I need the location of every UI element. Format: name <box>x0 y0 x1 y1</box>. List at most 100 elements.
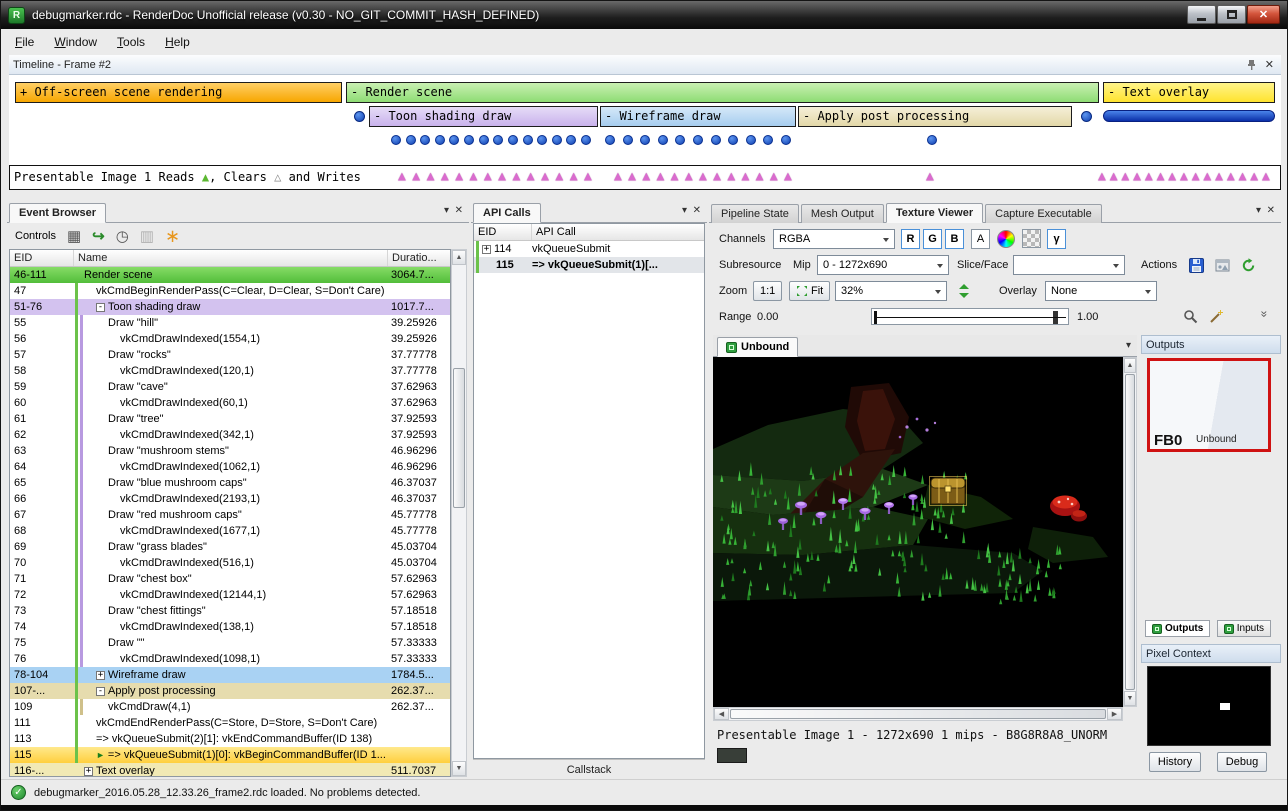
resource-usage-marker[interactable]: ▲ <box>727 170 735 183</box>
resource-usage-marker[interactable]: ▲ <box>412 170 420 183</box>
resource-usage-marker[interactable]: ▲ <box>685 170 693 183</box>
statistics-icon[interactable]: ▥ <box>140 229 154 244</box>
scroll-down-icon[interactable]: ▼ <box>1124 691 1136 706</box>
timeline-event-dot[interactable] <box>566 135 576 145</box>
event-row-73[interactable]: 73Draw "chest fittings"57.18518 <box>10 603 450 619</box>
titlebar[interactable]: R debugmarker.rdc - RenderDoc Unofficial… <box>1 1 1287 29</box>
timeline-event-dot[interactable] <box>658 135 668 145</box>
timeline-bar-toon[interactable]: - Toon shading draw <box>369 106 598 127</box>
slice-face-select[interactable] <box>1013 255 1125 275</box>
texture-hscrollbar[interactable]: ◀ ▶ <box>713 707 1123 721</box>
timeline-event-circle[interactable] <box>354 111 365 122</box>
resource-usage-marker[interactable]: ▲ <box>671 170 679 183</box>
resource-usage-marker[interactable]: ▲ <box>1168 170 1176 183</box>
resource-usage-marker[interactable]: ▲ <box>742 170 750 183</box>
resource-usage-marker[interactable]: ▲ <box>628 170 636 183</box>
toolbar-overflow-icon[interactable]: » <box>1257 311 1271 318</box>
timeline-event-dot[interactable] <box>693 135 703 145</box>
resource-usage-marker[interactable]: ▲ <box>756 170 764 183</box>
resource-usage-marker[interactable]: ▲ <box>455 170 463 183</box>
texture-tab-unbound[interactable]: Unbound <box>717 337 798 357</box>
resource-usage-marker[interactable]: ▲ <box>1145 170 1153 183</box>
event-row-57[interactable]: 57Draw "rocks"37.77778 <box>10 347 450 363</box>
range-wand-button[interactable] <box>1205 305 1227 327</box>
timeline-bar-render-scene[interactable]: - Render scene <box>346 82 1099 103</box>
mip-select[interactable]: 0 - 1272x690 <box>817 255 949 275</box>
event-row-56[interactable]: 56vkCmdDrawIndexed(1554,1)39.25926 <box>10 331 450 347</box>
resource-usage-marker[interactable]: ▲ <box>1227 170 1235 183</box>
timeline-event-dot[interactable] <box>508 135 518 145</box>
event-row-47[interactable]: 47vkCmdBeginRenderPass(C=Clear, D=Clear,… <box>10 283 450 299</box>
scrollbar-thumb[interactable] <box>1125 374 1135 690</box>
timeline-event-dot[interactable] <box>711 135 721 145</box>
fb0-thumbnail[interactable]: FB0 Unbound <box>1147 358 1271 452</box>
panel-menu-icon[interactable]: ▾ <box>682 206 687 216</box>
resource-usage-marker[interactable]: ▲ <box>1121 170 1129 183</box>
timeline-bar-postproc[interactable]: - Apply post processing <box>798 106 1072 127</box>
timeline-bar-offscreen[interactable]: + Off-screen scene rendering <box>15 82 342 103</box>
refresh-button[interactable] <box>1237 254 1259 276</box>
channel-g-button[interactable]: G <box>923 229 942 249</box>
event-row-71[interactable]: 71Draw "chest box"57.62963 <box>10 571 450 587</box>
scroll-up-icon[interactable]: ▲ <box>452 250 466 265</box>
event-row-51-76[interactable]: 51-76-Toon shading draw1017.7... <box>10 299 450 315</box>
timeline-event-dot[interactable] <box>675 135 685 145</box>
scrollbar-thumb[interactable] <box>730 709 1106 719</box>
timeline-event-dot[interactable] <box>552 135 562 145</box>
channel-r-button[interactable]: R <box>901 229 920 249</box>
event-row-46-111[interactable]: 46-111Render scene3064.7... <box>10 267 450 283</box>
scroll-left-icon[interactable]: ◀ <box>714 708 729 720</box>
resource-usage-marker[interactable]: ▲ <box>1157 170 1165 183</box>
panel-close-icon[interactable]: ✕ <box>455 206 463 216</box>
resource-usage-marker[interactable]: ▲ <box>1180 170 1188 183</box>
resource-usage-marker[interactable]: ▲ <box>699 170 707 183</box>
resource-usage-marker[interactable]: ▲ <box>441 170 449 183</box>
event-browser-scrollbar[interactable]: ▲ ▼ <box>451 249 467 777</box>
resource-usage-marker[interactable]: ▲ <box>484 170 492 183</box>
event-row-61[interactable]: 61Draw "tree"37.92593 <box>10 411 450 427</box>
event-row-68[interactable]: 68vkCmdDrawIndexed(1677,1)45.77778 <box>10 523 450 539</box>
resource-usage-marker[interactable]: ▲ <box>713 170 721 183</box>
menu-item-tools[interactable]: Tools <box>107 30 155 54</box>
close-button[interactable]: ✕ <box>1247 5 1280 24</box>
callstack-section[interactable]: Callstack <box>473 759 705 779</box>
color-wheel-icon[interactable] <box>997 230 1015 248</box>
event-row-70[interactable]: 70vkCmdDrawIndexed(516,1)45.03704 <box>10 555 450 571</box>
resource-usage-marker[interactable]: ▲ <box>1262 170 1270 183</box>
timeline-event-dot[interactable] <box>464 135 474 145</box>
timeline-event-span[interactable] <box>1103 110 1275 122</box>
timeline-event-dot[interactable] <box>581 135 591 145</box>
resource-usage-marker[interactable]: ▲ <box>770 170 778 183</box>
timeline-event-dot[interactable] <box>449 135 459 145</box>
col-name[interactable]: Name <box>74 250 388 266</box>
timeline-event-dot[interactable] <box>728 135 738 145</box>
collapse-icon[interactable]: - <box>96 687 105 696</box>
history-button[interactable]: History <box>1149 752 1201 772</box>
minimize-button[interactable] <box>1187 5 1216 24</box>
save-image-button[interactable] <box>1211 254 1233 276</box>
col-duration[interactable]: Duratio... <box>388 250 450 266</box>
event-row-107-...[interactable]: 107-...-Apply post processing262.37... <box>10 683 450 699</box>
flip-y-button[interactable] <box>953 280 975 302</box>
texture-vscrollbar[interactable]: ▲ ▼ <box>1123 357 1137 707</box>
tab-inputs[interactable]: Inputs <box>1217 620 1271 637</box>
resource-usage-marker[interactable]: ▲ <box>470 170 478 183</box>
pin-icon[interactable] <box>1246 59 1257 74</box>
timeline-event-dot[interactable] <box>605 135 615 145</box>
channel-a-button[interactable]: A <box>971 229 990 249</box>
event-row-58[interactable]: 58vkCmdDrawIndexed(120,1)37.77778 <box>10 363 450 379</box>
menu-item-window[interactable]: Window <box>44 30 107 54</box>
resource-usage-marker[interactable]: ▲ <box>1110 170 1118 183</box>
event-row-78-104[interactable]: 78-104+Wireframe draw1784.5... <box>10 667 450 683</box>
event-row-60[interactable]: 60vkCmdDrawIndexed(60,1)37.62963 <box>10 395 450 411</box>
event-row-109[interactable]: 109vkCmdDraw(4,1)262.37... <box>10 699 450 715</box>
tab-api-calls[interactable]: API Calls <box>473 203 541 223</box>
resource-usage-marker[interactable]: ▲ <box>427 170 435 183</box>
panel-menu-icon[interactable]: ▾ <box>444 206 449 216</box>
resource-usage-marker[interactable]: ▲ <box>657 170 665 183</box>
event-row-115[interactable]: 115►=> vkQueueSubmit(1)[0]: vkBeginComma… <box>10 747 450 763</box>
event-row-75[interactable]: 75Draw ""57.33333 <box>10 635 450 651</box>
resource-usage-marker[interactable]: ▲ <box>1203 170 1211 183</box>
resource-usage-marker[interactable]: ▲ <box>642 170 650 183</box>
timeline-event-dot[interactable] <box>493 135 503 145</box>
